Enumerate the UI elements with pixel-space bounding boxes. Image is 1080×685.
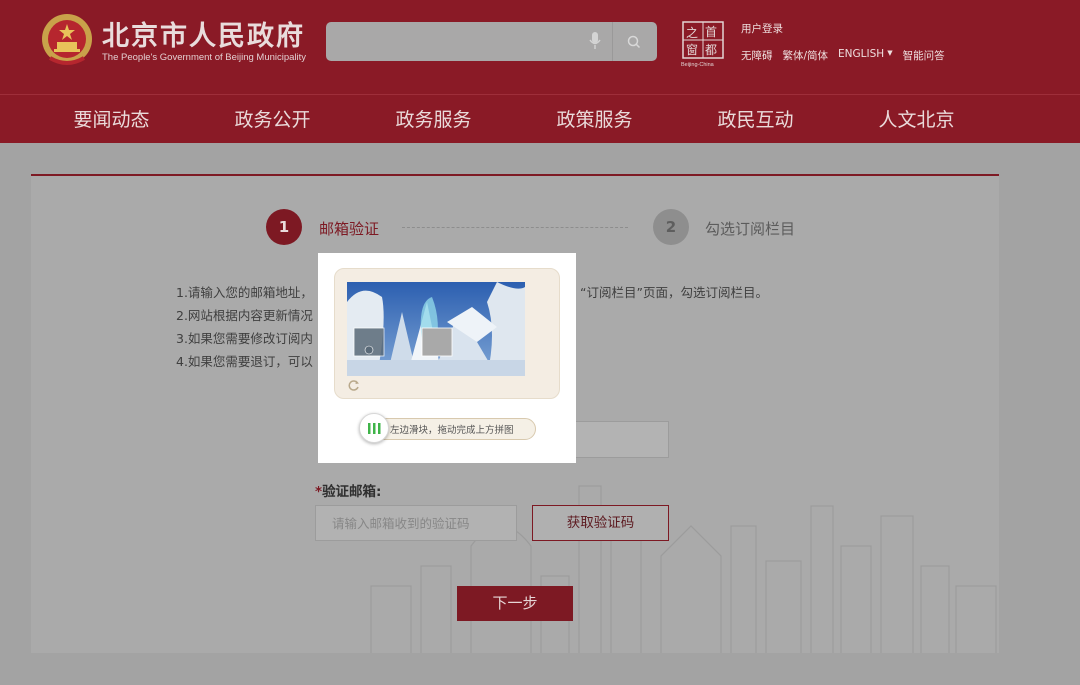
search-icon[interactable] (626, 34, 642, 50)
step-2-circle: 2 (653, 209, 689, 245)
national-emblem-icon (42, 14, 92, 65)
svg-text:窗: 窗 (686, 43, 698, 57)
instruction-1-continued: “订阅栏目”页面，勾选订阅栏目。 (580, 285, 768, 300)
step-1-circle: 1 (266, 209, 302, 245)
user-login-link[interactable]: 用户登录 (741, 21, 783, 36)
search-input[interactable] (326, 22, 657, 61)
slider-captcha-dialog: 左边滑块，拖动完成上方拼图 (318, 253, 576, 463)
accessibility-link[interactable]: 无障碍 (741, 48, 773, 63)
microphone-icon[interactable] (588, 31, 602, 51)
slider-handle[interactable] (359, 413, 389, 443)
next-step-button[interactable]: 下一步 (457, 586, 573, 621)
required-mark: * (315, 484, 323, 500)
verification-code-input[interactable] (315, 505, 517, 541)
top-links: 无障碍 繁体/简体 ENGLISH ▼ 智能问答 (741, 48, 945, 63)
main-nav: 要闻动态 政务公开 政务服务 政策服务 政民互动 人文北京 (0, 94, 1080, 143)
slider-hint-text: 左边滑块，拖动完成上方拼图 (390, 425, 514, 436)
step-divider (402, 227, 628, 228)
captcha-frame (334, 268, 560, 399)
nav-item-news[interactable]: 要闻动态 (31, 95, 192, 143)
instruction-1: 1.请输入您的邮箱地址， (176, 285, 313, 300)
nav-item-policy-services[interactable]: 政策服务 (514, 95, 675, 143)
city-skyline-illustration (370, 485, 997, 653)
svg-text:首: 首 (705, 25, 717, 39)
smart-qa-link[interactable]: 智能问答 (903, 48, 945, 63)
nav-item-culture[interactable]: 人文北京 (836, 95, 997, 143)
svg-text:之: 之 (686, 26, 698, 40)
nav-item-interaction[interactable]: 政民互动 (675, 95, 836, 143)
instruction-2: 2.网站根据内容更新情况 (176, 308, 313, 323)
instruction-3: 3.如果您需要修改订阅内 (176, 331, 313, 346)
verify-email-label-text: 验证邮箱: (322, 484, 382, 500)
nav-item-gov-affairs[interactable]: 政务公开 (192, 95, 353, 143)
captcha-puzzle-image (347, 282, 525, 376)
step-2-label: 勾选订阅栏目 (705, 220, 796, 238)
instruction-4: 4.如果您需要退订，可以 (176, 354, 313, 369)
verify-email-label: *验证邮箱: (315, 480, 381, 500)
header: 北京市人民政府 The People's Government of Beiji… (0, 0, 1080, 94)
refresh-icon[interactable] (347, 379, 360, 392)
english-link[interactable]: ENGLISH ▼ (838, 48, 893, 63)
nav-item-gov-services[interactable]: 政务服务 (353, 95, 514, 143)
english-link-label: ENGLISH (838, 48, 885, 60)
grip-bars-icon (368, 423, 381, 434)
svg-text:Beijing-China: Beijing-China (681, 62, 715, 68)
svg-text:都: 都 (705, 43, 717, 57)
site-subtitle: The People's Government of Beijing Munic… (102, 52, 307, 63)
email-field[interactable] (575, 421, 669, 458)
site-title[interactable]: 北京市人民政府 (102, 14, 305, 53)
traditional-simplified-link[interactable]: 繁体/简体 (783, 48, 829, 63)
dropdown-arrow-icon: ▼ (887, 49, 893, 57)
get-code-button[interactable]: 获取验证码 (532, 505, 669, 541)
capital-window-logo[interactable]: 之 首 窗 都 Beijing-China (680, 20, 726, 68)
step-1-label: 邮箱验证 (319, 220, 380, 238)
